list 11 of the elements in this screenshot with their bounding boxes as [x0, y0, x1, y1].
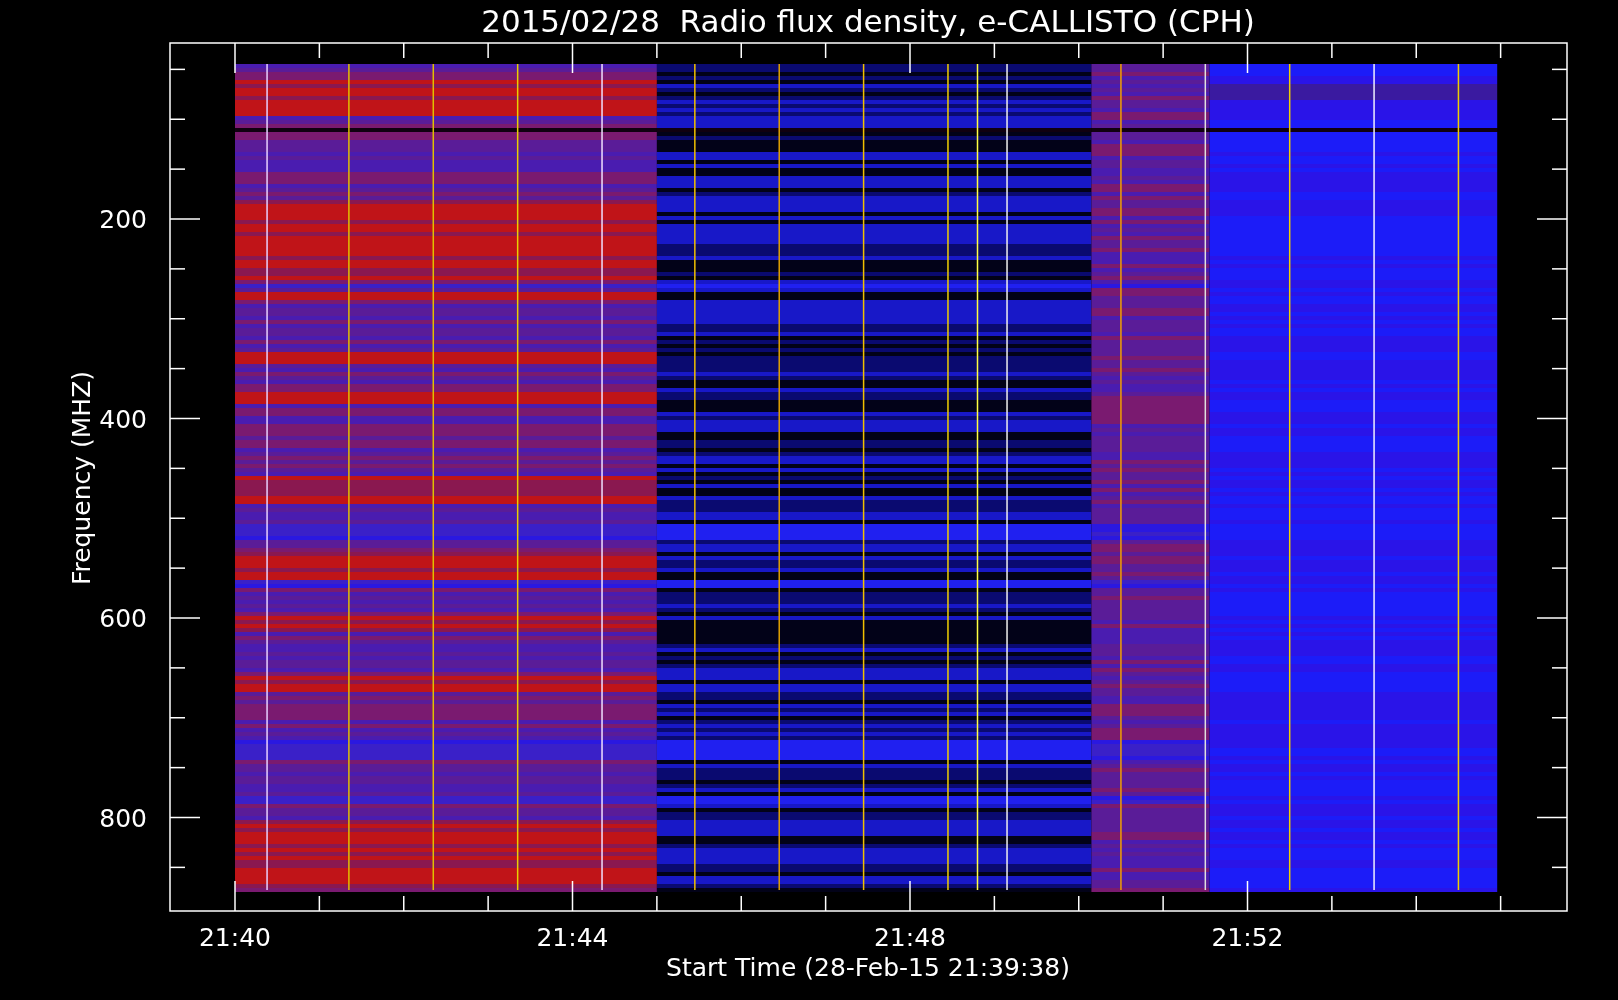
x-tick-label: 21:40 — [199, 923, 271, 952]
x-tick-label: 21:52 — [1211, 923, 1284, 952]
y-tick-label: 800 — [99, 803, 147, 833]
x-axis-label: Start Time (28-Feb-15 21:39:38) — [666, 953, 1070, 982]
chart-title: 2015/02/28 Radio flux density, e-CALLISTO (CPH) — [481, 3, 1255, 39]
x-tick-label: 21:48 — [874, 923, 946, 952]
y-tick-label: 400 — [99, 404, 147, 434]
x-tick-label: 21:44 — [536, 923, 609, 952]
y-axis-label: Frequency (MHZ) — [67, 370, 96, 586]
y-tick-label: 600 — [99, 604, 147, 633]
y-tick-label: 200 — [99, 205, 147, 234]
